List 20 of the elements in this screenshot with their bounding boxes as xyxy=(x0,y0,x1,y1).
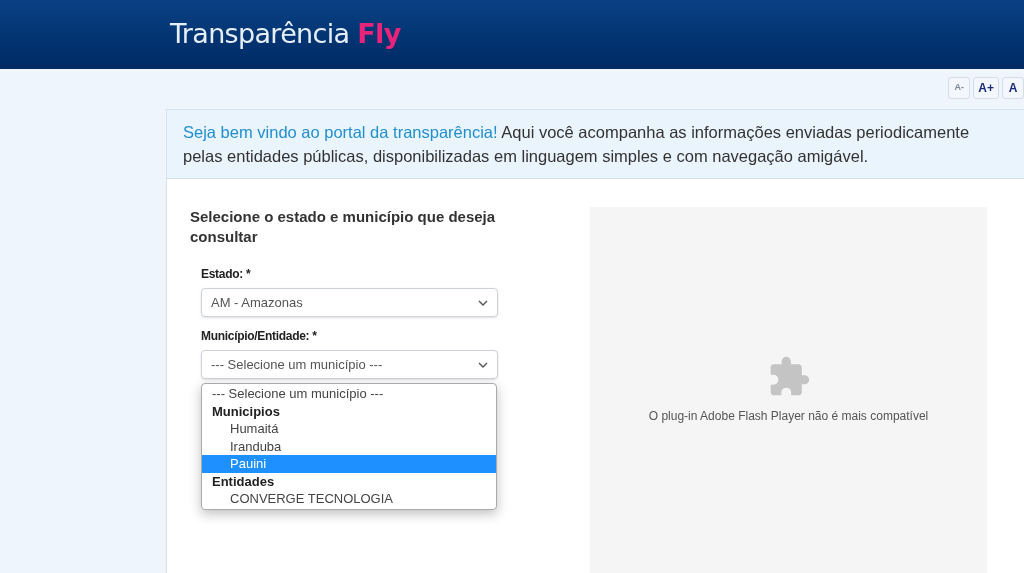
select-field[interactable]: --- Selecione um município --- xyxy=(201,350,498,379)
select-value: AM - Amazonas xyxy=(211,293,303,312)
option-group-label: Municipios xyxy=(211,402,281,420)
welcome-text: Seja bem vindo ao portal da transparência! Aqui você acompanha as informações enviadas periodicamente pelas entidades públicas, disponibilizadas em linguagem simples e com navegação amigável. xyxy=(183,122,971,167)
chevron-icon xyxy=(478,299,488,306)
select-value: --- Selecione um município --- xyxy=(211,355,383,374)
dropdown-option[interactable]: Iranduba xyxy=(202,437,496,455)
option-group-label: Entidades xyxy=(211,472,276,490)
font-size-button[interactable]: A xyxy=(1002,77,1024,99)
field-label: Estado: * xyxy=(201,266,252,283)
select-field[interactable]: AM - Amazonas xyxy=(201,288,498,317)
plugin-message: O plug-in Adobe Flash Player não é mais compatível xyxy=(648,408,929,425)
form-title: Selecione o estado e município que deseja consultar xyxy=(190,207,497,247)
dropdown-option[interactable]: --- Selecione um município --- xyxy=(202,385,496,403)
field-label: Município/Entidade: * xyxy=(201,328,318,345)
chevron-icon xyxy=(478,361,488,368)
font-size-button[interactable]: A+ xyxy=(973,77,999,99)
site-logo[interactable]: Transparência Fly xyxy=(170,14,401,55)
dropdown-option[interactable]: Humaitá xyxy=(202,420,496,438)
dropdown-option[interactable]: CONVERGE TECNOLOGIA xyxy=(202,490,496,508)
